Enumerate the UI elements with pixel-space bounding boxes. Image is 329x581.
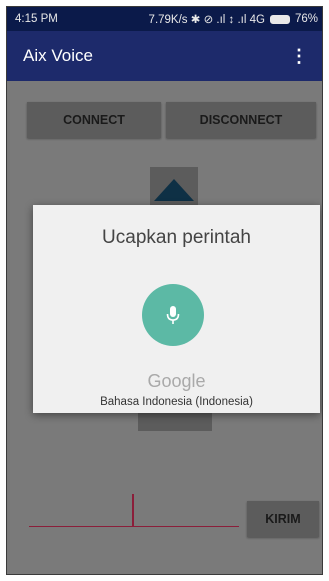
google-logo: Google — [147, 371, 206, 391]
battery-level: 76% — [294, 13, 318, 25]
battery-icon — [269, 14, 290, 24]
phone-screen: 4:15 PM 7.79K/s ✱ ⊘ .ıl ↕ .ıl 4G 76% Aix… — [6, 6, 323, 575]
status-right: 7.79K/s ✱ ⊘ .ıl ↕ .ıl 4G 76% — [149, 12, 318, 26]
microphone-button[interactable] — [142, 284, 204, 346]
send-button[interactable]: KIRIM — [247, 501, 319, 537]
status-time: 4:15 PM — [15, 13, 58, 25]
language-label: Bahasa Indonesia (Indonesia) — [100, 396, 253, 408]
microphone-icon — [166, 306, 180, 324]
control-button[interactable] — [138, 411, 212, 431]
voice-input-dialog: Ucapkan perintah Google Bahasa Indonesia… — [33, 205, 320, 413]
app-title: Aix Voice — [23, 46, 93, 65]
connect-button[interactable]: CONNECT — [27, 102, 161, 138]
status-bar: 4:15 PM 7.79K/s ✱ ⊘ .ıl ↕ .ıl 4G 76% — [7, 7, 322, 31]
arrow-up-icon — [154, 179, 194, 201]
text-cursor — [132, 494, 134, 526]
command-input[interactable] — [29, 526, 239, 527]
status-indicators: 7.79K/s ✱ ⊘ .ıl ↕ .ıl 4G — [148, 14, 265, 26]
overflow-menu-icon[interactable]: ⋮ — [284, 42, 314, 71]
app-bar: Aix Voice ⋮ — [7, 31, 322, 81]
disconnect-button[interactable]: DISCONNECT — [166, 102, 316, 138]
voice-prompt: Ucapkan perintah — [102, 227, 251, 248]
